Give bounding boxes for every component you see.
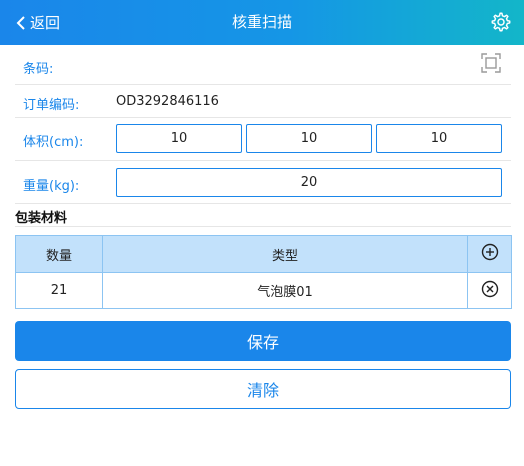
order-value: OD3292846116 [116, 94, 219, 109]
packaging-section-title: 包装材料 [15, 211, 68, 226]
table-row: 21 气泡膜01 [15, 272, 512, 309]
volume-height-input[interactable] [376, 124, 502, 153]
remove-circle-icon [481, 280, 498, 297]
order-label: 订单编码: [23, 98, 80, 113]
weight-label: 重量(kg): [23, 179, 80, 194]
divider [15, 203, 511, 204]
add-row-button[interactable] [467, 235, 512, 273]
barcode-label: 条码: [23, 62, 54, 77]
page-title: 核重扫描 [231, 13, 292, 31]
divider [15, 84, 511, 85]
gear-icon[interactable] [490, 11, 512, 33]
add-circle-icon [481, 243, 498, 261]
top-bar: 返回 核重扫描 [0, 0, 524, 45]
remove-row-button[interactable] [467, 272, 512, 309]
column-header-type: 类型 [102, 235, 468, 273]
quantity-cell[interactable]: 21 [15, 272, 103, 309]
weight-input[interactable] [116, 168, 502, 197]
volume-width-input[interactable] [246, 124, 372, 153]
table-header-row: 数量 类型 [15, 235, 512, 273]
divider [15, 117, 511, 118]
volume-label: 体积(cm): [23, 135, 84, 150]
packaging-table: 数量 类型 21 气泡膜01 [15, 235, 512, 309]
volume-length-input[interactable] [116, 124, 242, 153]
clear-button[interactable]: 清除 [15, 369, 511, 409]
save-button[interactable]: 保存 [15, 321, 511, 361]
divider [15, 226, 511, 227]
column-header-quantity: 数量 [15, 235, 103, 273]
scan-icon[interactable] [481, 53, 501, 73]
type-cell[interactable]: 气泡膜01 [102, 272, 468, 309]
divider [15, 160, 511, 161]
